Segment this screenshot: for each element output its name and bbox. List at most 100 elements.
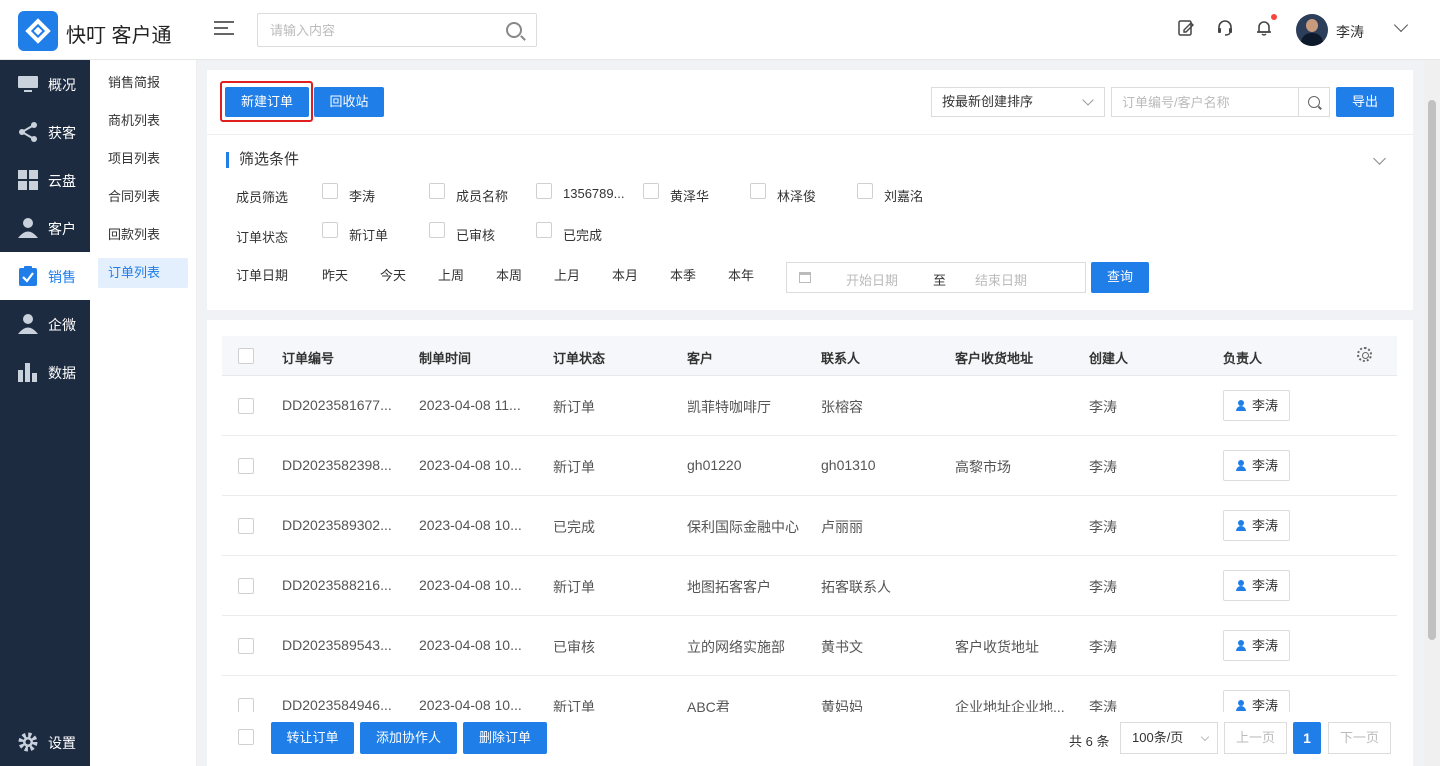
member-option[interactable]: 成员名称 — [456, 186, 508, 205]
sidebar-item-customer[interactable]: 客户 — [0, 204, 90, 252]
member-option[interactable]: 林泽俊 — [777, 186, 816, 205]
user-name[interactable]: 李涛 — [1336, 22, 1364, 42]
row-checkbox[interactable] — [238, 578, 254, 594]
row-checkbox[interactable] — [238, 638, 254, 654]
owner-button[interactable]: 李涛 — [1223, 390, 1290, 421]
order-id-cell[interactable]: DD2023588216... — [282, 577, 392, 593]
member-checkbox[interactable] — [643, 183, 659, 199]
menu-collapse-icon[interactable] — [214, 21, 234, 39]
member-option[interactable]: 黄泽华 — [670, 186, 709, 205]
date-option-last-month[interactable]: 上月 — [554, 265, 580, 284]
col-status[interactable]: 订单状态 — [553, 348, 605, 367]
table-row[interactable]: DD2023588216... 2023-04-08 10... 新订单 地图拓客客户… — [222, 556, 1397, 616]
table-row[interactable]: DD2023589543... 2023-04-08 10... 已审核 立的网络实施… — [222, 616, 1397, 676]
status-checkbox[interactable] — [536, 222, 552, 238]
row-checkbox[interactable] — [238, 518, 254, 534]
scrollbar-thumb[interactable] — [1428, 100, 1436, 640]
chevron-down-icon[interactable] — [1393, 17, 1409, 33]
customer-cell[interactable]: 立的网络实施部 — [687, 637, 785, 657]
sidebar-item-acquire[interactable]: 获客 — [0, 108, 90, 156]
search-icon[interactable] — [1298, 88, 1329, 116]
col-owner[interactable]: 负责人 — [1223, 348, 1262, 367]
status-option[interactable]: 已审核 — [456, 225, 495, 244]
search-icon[interactable] — [506, 22, 522, 38]
subnav-item-orders[interactable]: 订单列表 — [98, 258, 188, 288]
table-row[interactable]: DD2023589302... 2023-04-08 10... 已完成 保利国际金融… — [222, 496, 1397, 556]
customer-cell[interactable]: ABC君 — [687, 697, 730, 712]
next-page-button[interactable]: 下一页 — [1328, 722, 1391, 754]
member-checkbox[interactable] — [750, 183, 766, 199]
member-option[interactable]: 1356789... — [563, 186, 624, 201]
order-id-cell[interactable]: DD2023581677... — [282, 397, 392, 413]
subnav-item-projects[interactable]: 项目列表 — [98, 144, 188, 174]
date-option-this-quarter[interactable]: 本季 — [670, 265, 696, 284]
customer-cell[interactable]: 凯菲特咖啡厅 — [687, 397, 771, 417]
date-option-today[interactable]: 今天 — [380, 265, 406, 284]
order-id-cell[interactable]: DD2023584946... — [282, 697, 392, 712]
bell-icon[interactable] — [1253, 19, 1275, 41]
col-address[interactable]: 客户收货地址 — [955, 348, 1033, 367]
owner-button[interactable]: 李涛 — [1223, 510, 1290, 541]
transfer-order-button[interactable]: 转让订单 — [271, 722, 354, 754]
sidebar-item-overview[interactable]: 概况 — [0, 60, 90, 108]
order-id-cell[interactable]: DD2023589302... — [282, 517, 392, 533]
end-date-field[interactable]: 结束日期 — [975, 270, 1027, 289]
table-row[interactable]: DD2023581677... 2023-04-08 11... 新订单 凯菲特咖啡厅… — [222, 376, 1397, 436]
gear-icon[interactable] — [1357, 347, 1372, 362]
member-checkbox[interactable] — [429, 183, 445, 199]
col-order-id[interactable]: 订单编号 — [282, 348, 334, 367]
subnav-item-contracts[interactable]: 合同列表 — [98, 182, 188, 212]
subnav-item-opportunities[interactable]: 商机列表 — [98, 106, 188, 136]
sidebar-item-settings[interactable]: 设置 — [0, 718, 90, 766]
member-checkbox[interactable] — [536, 183, 552, 199]
page-number[interactable]: 1 — [1293, 722, 1321, 754]
col-created-time[interactable]: 制单时间 — [419, 348, 471, 367]
sidebar-item-data[interactable]: 数据 — [0, 348, 90, 396]
page-size-select[interactable]: 100条/页 — [1120, 722, 1218, 754]
owner-button[interactable]: 李涛 — [1223, 690, 1290, 712]
sort-select[interactable]: 按最新创建排序 — [931, 87, 1105, 117]
headset-icon[interactable] — [1214, 19, 1236, 41]
col-creator[interactable]: 创建人 — [1089, 348, 1128, 367]
owner-button[interactable]: 李涛 — [1223, 450, 1290, 481]
date-option-yesterday[interactable]: 昨天 — [322, 265, 348, 284]
table-row[interactable]: DD2023582398... 2023-04-08 10... 新订单 gh0122… — [222, 436, 1397, 496]
app-logo[interactable] — [18, 11, 58, 51]
sidebar-item-sales[interactable]: 销售 — [0, 252, 90, 300]
add-collaborator-button[interactable]: 添加协作人 — [360, 722, 457, 754]
date-option-this-year[interactable]: 本年 — [728, 265, 754, 284]
scrollbar[interactable] — [1424, 60, 1440, 766]
customer-cell[interactable]: gh01220 — [687, 457, 742, 473]
date-option-last-week[interactable]: 上周 — [438, 265, 464, 284]
avatar[interactable] — [1296, 14, 1328, 46]
owner-button[interactable]: 李涛 — [1223, 570, 1290, 601]
member-checkbox[interactable] — [857, 183, 873, 199]
sidebar-item-cloud[interactable]: 云盘 — [0, 156, 90, 204]
status-checkbox[interactable] — [322, 222, 338, 238]
select-all-checkbox[interactable] — [238, 348, 254, 364]
delete-order-button[interactable]: 删除订单 — [463, 722, 547, 754]
col-customer[interactable]: 客户 — [687, 348, 713, 367]
col-contact[interactable]: 联系人 — [821, 348, 860, 367]
row-checkbox[interactable] — [238, 458, 254, 474]
date-option-this-week[interactable]: 本周 — [496, 265, 522, 284]
edit-icon[interactable] — [1175, 19, 1197, 41]
order-id-cell[interactable]: DD2023589543... — [282, 637, 392, 653]
global-search-input[interactable] — [258, 14, 488, 46]
order-id-cell[interactable]: DD2023582398... — [282, 457, 392, 473]
prev-page-button[interactable]: 上一页 — [1224, 722, 1287, 754]
footer-select-all-checkbox[interactable] — [238, 729, 254, 745]
status-option[interactable]: 已完成 — [563, 225, 602, 244]
table-row[interactable]: DD2023584946... 2023-04-08 10... 新订单 ABC君 黄妈… — [222, 676, 1397, 712]
status-checkbox[interactable] — [429, 222, 445, 238]
subnav-item-sales-brief[interactable]: 销售简报 — [98, 68, 188, 98]
sidebar-item-wecom[interactable]: 企微 — [0, 300, 90, 348]
order-search-input[interactable] — [1112, 88, 1298, 116]
row-checkbox[interactable] — [238, 398, 254, 414]
owner-button[interactable]: 李涛 — [1223, 630, 1290, 661]
row-checkbox[interactable] — [238, 698, 254, 712]
date-option-this-month[interactable]: 本月 — [612, 265, 638, 284]
member-option[interactable]: 刘嘉洺 — [884, 186, 923, 205]
customer-cell[interactable]: 保利国际金融中心 — [687, 517, 799, 537]
date-range-picker[interactable]: 开始日期 至 结束日期 — [786, 262, 1086, 293]
